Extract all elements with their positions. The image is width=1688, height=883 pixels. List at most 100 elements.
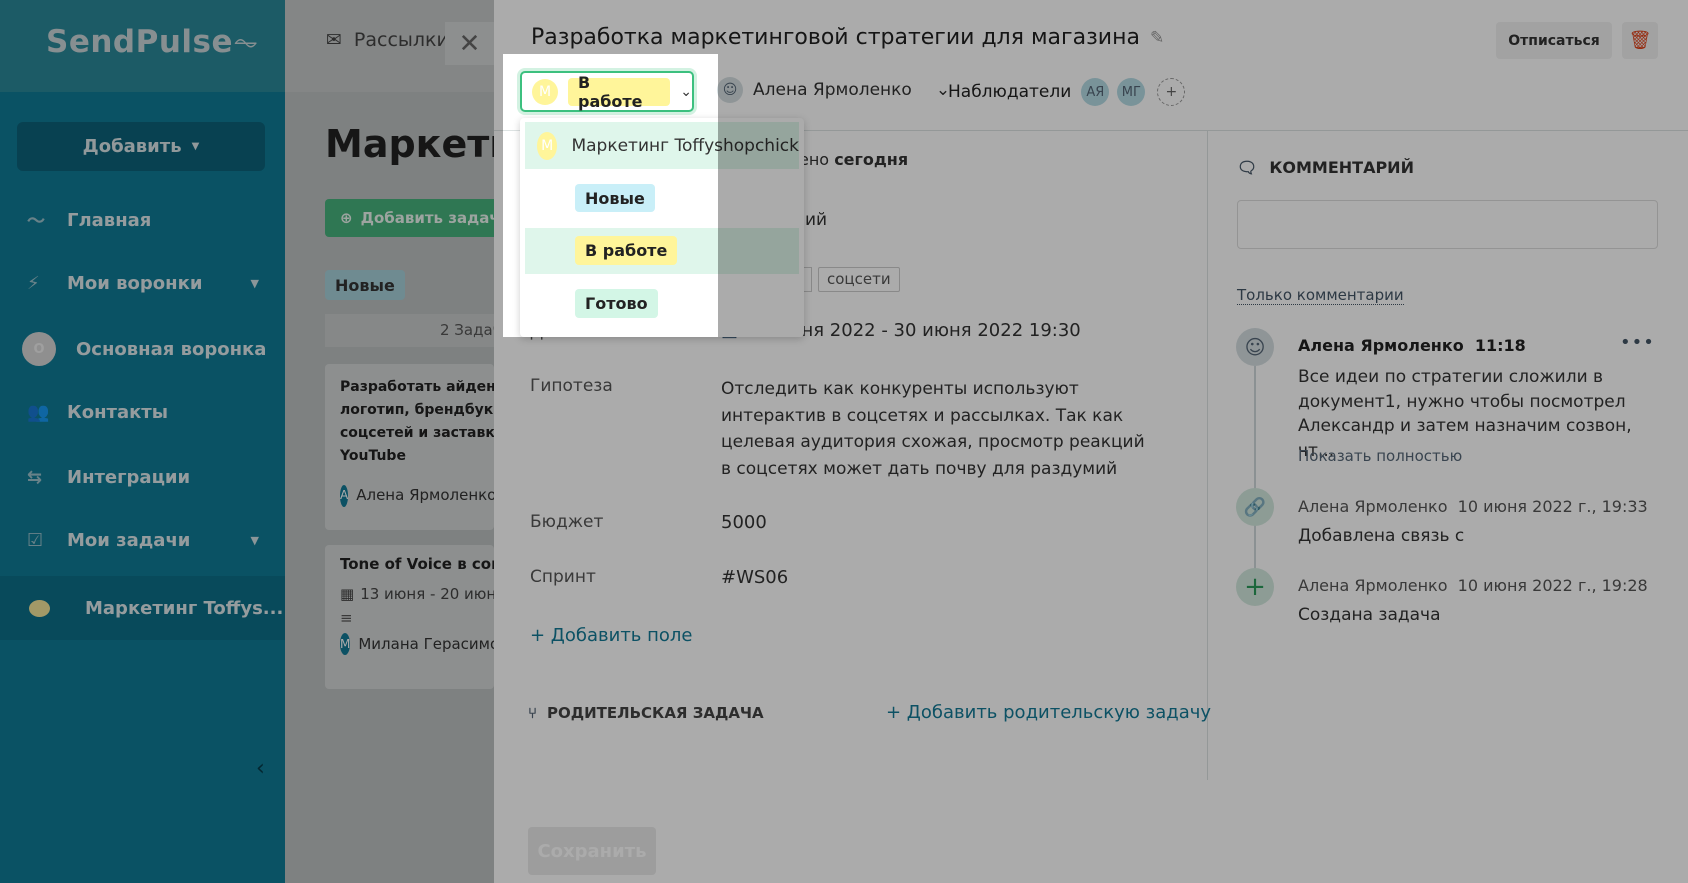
name: Алена Ярмоленко — [1298, 576, 1448, 595]
label: Готово — [575, 289, 658, 318]
sidebar-item-marketing[interactable]: Маркетинг Toffys... — [0, 576, 285, 640]
watcher-avatar[interactable]: МГ — [1117, 78, 1146, 106]
save-button[interactable]: Сохранить — [528, 827, 656, 875]
assignee: Милана Герасимова — [358, 635, 494, 653]
sidebar-item-integrations[interactable]: ⇆ Интеграции — [0, 452, 285, 502]
label: Маркетинг Toffys... — [85, 597, 284, 619]
sidebar-item-my-tasks[interactable]: ☑ Мои задачи ▼ — [0, 515, 285, 565]
dropdown-project: М Маркетинг Toffyshopchick — [525, 122, 799, 169]
user-avatar-icon: ☺ — [717, 77, 743, 103]
add-field-link[interactable]: + Добавить поле — [530, 625, 693, 646]
label: Мои задачи — [67, 529, 191, 551]
logo[interactable]: SendPulse⏦ — [46, 24, 259, 61]
collapse-chevron-icon[interactable]: ‹ — [256, 756, 265, 781]
assignee-name: Алена Ярмоленко — [753, 80, 912, 100]
calendar-icon: ▦ — [340, 585, 355, 603]
section-title[interactable]: ✉ Рассылки — [326, 29, 449, 51]
watcher-avatar[interactable]: АЯ — [1081, 78, 1110, 106]
comments-heading: 🗨 КОММЕНТАРИЙ — [1237, 158, 1414, 177]
plus-circle-icon: ⊕ — [340, 209, 353, 227]
label: В работе — [575, 236, 678, 265]
label: Основная воронка — [76, 338, 267, 360]
field-label: Гипотеза — [530, 376, 613, 396]
card-line: соцсетей и заставка — [340, 425, 494, 441]
column-badge: Новые — [325, 270, 405, 300]
logo-bar: SendPulse⏦ — [0, 0, 285, 92]
close-icon[interactable]: ✕ — [445, 22, 494, 65]
status-select[interactable]: М В работе ⌄ — [520, 71, 694, 112]
sidebar-item-home[interactable]: 〜 Главная — [0, 195, 285, 245]
budget-value[interactable]: 5000 — [721, 512, 767, 533]
dropdown-option-new[interactable]: Новые — [575, 184, 655, 212]
unsubscribe-button[interactable]: Отписаться — [1496, 22, 1612, 59]
tag[interactable]: соцсети — [818, 267, 900, 292]
text-fragment: ий — [805, 210, 828, 230]
time: 10 июня 2022 г., 19:33 — [1457, 497, 1648, 516]
caret-down-icon: ▼ — [250, 533, 259, 547]
label: Мои воронки — [67, 272, 203, 294]
label: КОММЕНТАРИЙ — [1269, 158, 1414, 177]
add-parent-link[interactable]: + Добавить родительскую задачу — [886, 702, 1211, 723]
pencil-icon[interactable]: ✎ — [1150, 28, 1164, 48]
add-watcher-button[interactable]: + — [1157, 78, 1186, 106]
status-dropdown: М Маркетинг Toffyshopchick Новые В работ… — [520, 118, 804, 337]
field-label: Бюджет — [530, 512, 604, 532]
watchers: Наблюдатели АЯ МГ + — [948, 78, 1186, 106]
name: Алена Ярмоленко — [1298, 336, 1464, 355]
sprint-value[interactable]: #WS06 — [721, 567, 788, 588]
assignee-select[interactable]: ☺ Алена Ярмоленко ⌄ — [717, 77, 950, 103]
plus-icon: + — [1236, 568, 1274, 606]
mail-icon: ✉ — [326, 29, 342, 51]
label: Контакты — [67, 401, 169, 423]
caret-down-icon: ▼ — [250, 276, 259, 290]
field-label: Спринт — [530, 567, 596, 587]
label: РОДИТЕЛЬСКАЯ ЗАДАЧА — [547, 704, 764, 722]
dropdown-option-done[interactable]: Готово — [575, 289, 658, 318]
funnel-avatar: О — [22, 332, 56, 366]
user-avatar-icon: ☺ — [1236, 328, 1274, 366]
task-card[interactable]: Tone of Voice в соцсетях ▦ 13 июня - 20 и… — [325, 545, 494, 689]
add-button[interactable]: Добавить ▼ — [17, 122, 265, 171]
description-icon: ≡ — [340, 609, 353, 627]
hypothesis-value[interactable]: Отследить как конкуренты используют инте… — [721, 376, 1151, 482]
event-text: Создана задача — [1298, 605, 1441, 625]
dropdown-option-in-progress[interactable]: В работе — [525, 228, 799, 274]
more-options-icon[interactable]: ••• — [1620, 332, 1655, 353]
card-dates: 13 июня - 20 июня — [360, 585, 494, 603]
comments-filter[interactable]: Только комментарии — [1237, 286, 1404, 305]
sidebar-item-contacts[interactable]: 👥 Контакты — [0, 387, 285, 437]
pulse-icon: ⏦ — [233, 24, 259, 60]
comment-author: Алена Ярмоленко 11:18 — [1298, 336, 1526, 355]
label: Интеграции — [67, 466, 191, 488]
task-title[interactable]: Разработка маркетинговой стратегии для м… — [531, 25, 1164, 50]
time: 10 июня 2022 г., 19:28 — [1457, 576, 1648, 595]
task-card[interactable]: Разработать айдент логотип, брендбук, со… — [325, 364, 494, 530]
timeline-line — [1254, 366, 1256, 588]
trash-icon[interactable]: 🗑 — [1622, 22, 1658, 59]
show-more-link[interactable]: Показать полностью — [1298, 447, 1462, 465]
divider — [1207, 130, 1208, 780]
sidebar-item-main-funnel[interactable]: О Основная воронка — [0, 324, 285, 374]
name: Алена Ярмоленко — [1298, 497, 1448, 516]
project-name: Маркетинг Toffyshopchick — [571, 135, 799, 156]
title-text: Разработка маркетинговой стратегии для м… — [531, 25, 1140, 50]
label: Новые — [575, 184, 655, 212]
comment-input[interactable] — [1237, 200, 1658, 249]
card-line: YouTube — [340, 448, 406, 464]
label: Главная — [67, 209, 152, 231]
event-text: Добавлена связь с — [1298, 526, 1465, 546]
sidebar-item-funnels[interactable]: ⚡ Мои воронки ▼ — [0, 258, 285, 308]
checkbox-icon: ☑ — [27, 529, 44, 551]
event-meta: Алена Ярмоленко 10 июня 2022 г., 19:33 — [1298, 497, 1648, 516]
add-task-button[interactable]: ⊕ Добавить задачу — [325, 199, 494, 237]
updated-info: ено сегодня — [799, 150, 908, 169]
avatar: А — [340, 484, 349, 507]
project-avatar: М — [532, 78, 558, 105]
task-count: 2 Задачи — [325, 314, 494, 347]
card-title: Tone of Voice в соцсетях — [340, 555, 494, 573]
status-badge: В работе — [567, 73, 671, 111]
time: 11:18 — [1474, 336, 1526, 355]
comment-icon: 🗨 — [1237, 158, 1258, 177]
card-line: логотип, брендбук, — [340, 402, 494, 418]
label: Добавить задачу — [360, 209, 494, 227]
